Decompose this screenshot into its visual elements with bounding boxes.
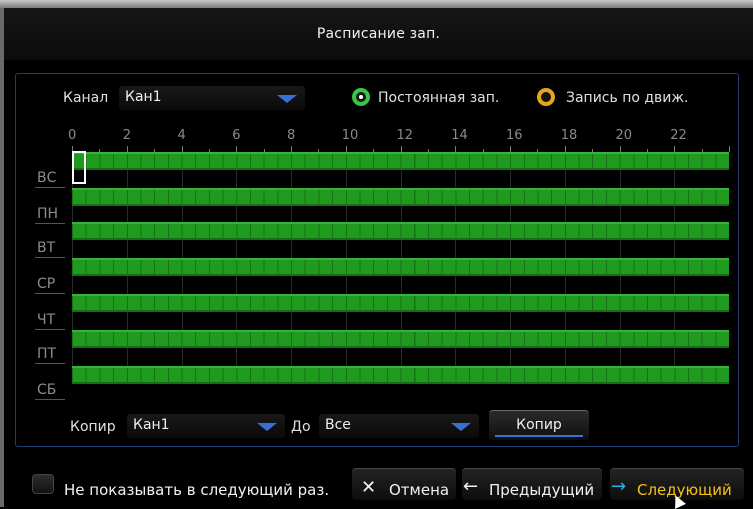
copy-source-value: Кан1 <box>133 417 170 433</box>
schedule-row[interactable] <box>72 222 729 240</box>
day-underline <box>35 399 65 400</box>
constant-record-radio[interactable] <box>352 88 370 106</box>
day-label: ПТ <box>37 346 57 362</box>
copy-to-label: До <box>291 419 311 435</box>
day-label: СР <box>37 276 56 292</box>
hour-tick-label: 20 <box>615 128 633 143</box>
copy-source-select[interactable]: Кан1 <box>127 414 285 438</box>
day-label: ВС <box>37 170 57 186</box>
dont-show-label: Не показывать в следующий раз. <box>64 481 330 499</box>
day-underline <box>35 187 65 188</box>
chevron-down-icon <box>451 423 471 431</box>
chevron-down-icon <box>257 423 277 431</box>
day-label: ПН <box>37 206 59 222</box>
schedule-row[interactable] <box>72 294 729 312</box>
constant-record-label: Постоянная зап. <box>378 90 500 106</box>
schedule-row[interactable] <box>72 188 729 206</box>
day-underline <box>35 363 65 364</box>
schedule-grid[interactable] <box>72 152 729 384</box>
copy-button[interactable]: Копир <box>489 410 589 440</box>
top-bevel <box>0 0 753 8</box>
copy-target-value: Все <box>325 417 351 433</box>
hour-tick-mark <box>729 146 730 152</box>
arrow-left-icon[interactable]: ← <box>463 476 478 497</box>
hour-tick-label: 8 <box>287 128 296 143</box>
channel-select[interactable]: Кан1 <box>119 86 305 110</box>
motion-record-label: Запись по движ. <box>566 90 689 106</box>
left-bevel <box>0 8 4 507</box>
prev-label[interactable]: Предыдущий <box>489 481 594 499</box>
window-title: Расписание зап. <box>4 8 753 60</box>
schedule-row[interactable] <box>72 330 729 348</box>
motion-record-radio[interactable] <box>537 88 555 106</box>
day-underline <box>35 329 65 330</box>
chevron-down-icon <box>277 95 297 103</box>
day-label: ВТ <box>37 240 56 256</box>
day-label: ЧТ <box>37 312 56 328</box>
hour-tick-label: 0 <box>68 128 77 143</box>
copy-button-underline <box>495 435 583 437</box>
hour-tick-label: 4 <box>177 128 186 143</box>
copy-label: Копир <box>70 419 116 435</box>
day-label: СБ <box>37 382 57 398</box>
next-label[interactable]: Следующий <box>637 481 732 499</box>
dont-show-checkbox[interactable] <box>32 474 54 494</box>
day-underline <box>35 257 65 258</box>
channel-value: Кан1 <box>125 89 162 105</box>
hour-tick-label: 22 <box>670 128 687 143</box>
selection-cursor <box>72 151 86 184</box>
schedule-row[interactable] <box>72 152 729 170</box>
day-underline <box>35 223 65 224</box>
arrow-right-icon[interactable]: → <box>611 476 626 497</box>
schedule-row[interactable] <box>72 258 729 276</box>
channel-label: Канал <box>63 90 109 106</box>
hour-tick-label: 6 <box>232 128 241 143</box>
copy-target-select[interactable]: Все <box>319 414 479 438</box>
schedule-row[interactable] <box>72 366 729 384</box>
hour-tick-label: 14 <box>451 128 468 143</box>
close-icon[interactable]: ✕ <box>361 477 376 498</box>
cancel-label[interactable]: Отмена <box>389 481 449 499</box>
hour-tick-label: 16 <box>506 128 523 143</box>
hour-tick-label: 12 <box>396 128 414 143</box>
hour-tick-label: 2 <box>122 128 132 143</box>
hour-tick-label: 18 <box>560 128 578 143</box>
hour-tick-label: 10 <box>341 128 359 143</box>
copy-button-label: Копир <box>516 417 562 433</box>
day-underline <box>35 293 65 294</box>
